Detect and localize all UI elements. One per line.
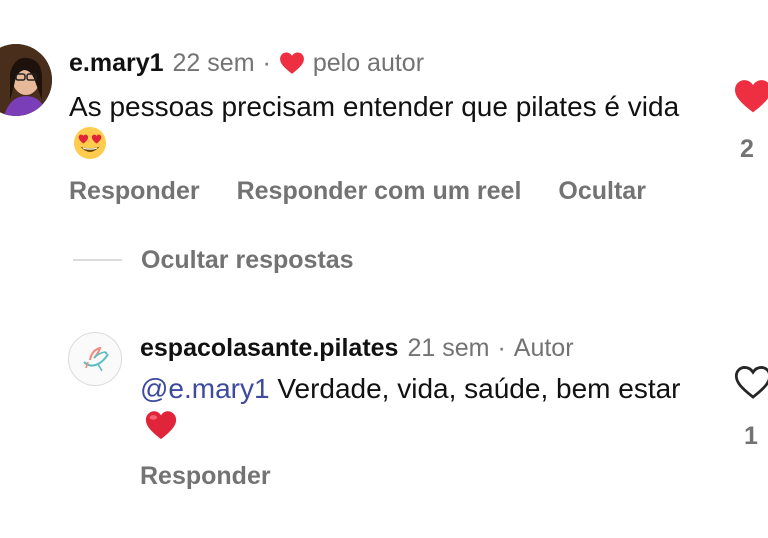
liked-by-author-label: pelo autor [312, 48, 425, 77]
reply-avatar[interactable] [68, 332, 122, 386]
reply-text: @e.mary1 Verdade, vida, saúde, bem estar [140, 370, 720, 444]
reply-username[interactable]: espacolasante.pilates [140, 334, 398, 363]
reply-button[interactable]: Responder [69, 177, 200, 206]
like-count: 1 [744, 422, 758, 450]
heart-eyes-emoji-icon [73, 126, 107, 160]
reply-actions: Responder [140, 457, 271, 495]
like-count: 2 [740, 135, 754, 163]
reply-body: Verdade, vida, saúde, bem estar [277, 373, 681, 404]
comment-actions: Responder Responder com um reel Ocultar [69, 172, 683, 210]
comment-meta: e.mary1 22 sem · pelo autor [69, 44, 424, 82]
hummingbird-logo-icon [83, 346, 109, 372]
red-heart-emoji-icon [145, 411, 177, 440]
like-heart-filled-icon[interactable] [733, 78, 768, 114]
replies-divider [73, 259, 122, 261]
reply-with-reel-button[interactable]: Responder com um reel [237, 177, 522, 206]
comment-text: As pessoas precisam entender que pilates… [69, 88, 689, 162]
meta-separator: · [262, 48, 271, 77]
author-badge: Autor [513, 333, 574, 362]
meta-separator: · [497, 333, 506, 362]
avatar[interactable] [0, 44, 52, 116]
comment-body: As pessoas precisam entender que pilates… [69, 91, 680, 122]
comment-username[interactable]: e.mary1 [69, 49, 164, 78]
heart-icon [279, 52, 304, 74]
comment-time: 22 sem [172, 48, 255, 77]
hide-replies-button[interactable]: Ocultar respostas [141, 241, 354, 279]
avatar-photo [0, 44, 52, 116]
reply-time: 21 sem [407, 333, 490, 362]
reply-meta: espacolasante.pilates 21 sem · Autor [140, 329, 574, 367]
reply-button[interactable]: Responder [140, 462, 271, 491]
hide-button[interactable]: Ocultar [558, 177, 646, 206]
mention-link[interactable]: @e.mary1 [140, 373, 270, 404]
like-heart-outline-icon[interactable] [733, 364, 768, 400]
